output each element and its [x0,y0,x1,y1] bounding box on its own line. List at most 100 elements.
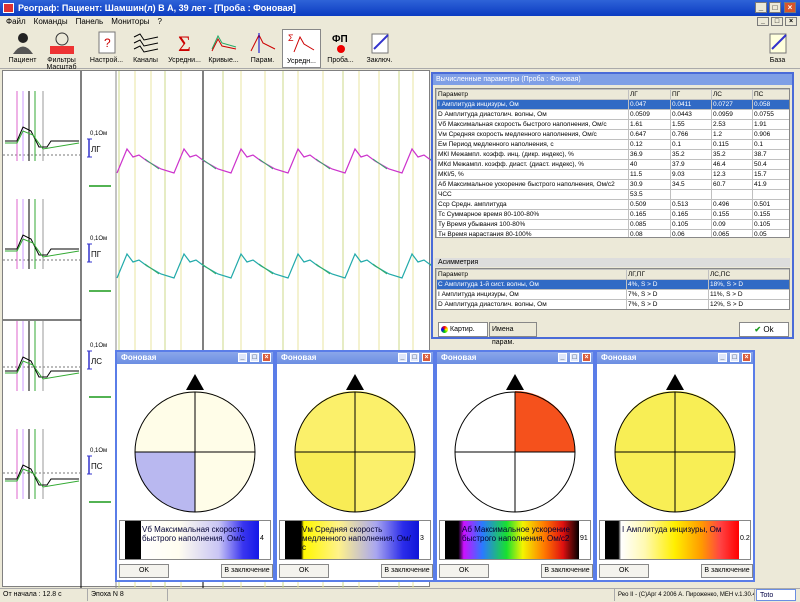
conclusion-button[interactable]: Заключ. [360,29,399,68]
curves-button[interactable]: Кривые... [204,29,243,68]
table-cell: 0.766 [670,129,712,140]
params-button[interactable]: Парам. [243,29,282,68]
table-cell: 36.9 [628,149,671,160]
close-button[interactable]: × [262,353,271,362]
maximize-button[interactable]: □ [250,353,259,362]
to-conclusion-button[interactable]: В заключение [701,564,753,578]
toto-badge[interactable]: Toto [756,589,796,601]
database-icon [764,31,792,55]
asym-col-lgpg[interactable]: ЛГ,ПГ [626,269,709,280]
mdi-minimize-button[interactable]: _ [757,17,769,26]
minimize-button[interactable]: _ [755,2,767,13]
table-cell: 0.155 [752,209,789,220]
minimize-button[interactable]: _ [718,353,727,362]
table-row[interactable]: Аб Максимальное ускорение быстрого напол… [436,179,789,190]
menu-commands[interactable]: Команды [34,16,68,28]
table-row[interactable]: Сср Средн. амплитуда 0.509 0.513 0.496 0.501 [436,199,789,210]
head-map[interactable] [597,366,753,516]
table-row[interactable]: МКI Межампл. коэфф. инц. (дикр. индекс),… [436,149,789,160]
maximize-button[interactable]: □ [730,353,739,362]
col-lg[interactable]: ЛГ [628,89,671,100]
menu-file[interactable]: Файл [6,16,26,28]
mapping-window[interactable]: Фоновая _ □ × 0 91 Аб Максимальное ускорение б… [435,350,595,582]
table-row[interactable]: Vб Максимальная скорость быстрого наполн… [436,119,789,130]
quadrant-left-occipital [455,452,515,512]
maximize-button[interactable]: □ [769,2,781,13]
table-cell: Ем Период медленного наполнения, с [436,139,629,150]
table-row[interactable]: Тс Суммарное время 80-100-80% 0.165 0.165 0… [436,209,789,220]
table-row[interactable]: I Амплитуда инцизуры, Ом 0.047 0.0411 0.072… [436,99,789,110]
col-ls[interactable]: ЛС [711,89,753,100]
table-row[interactable]: Vм Средняя скорость медленного наполнени… [436,129,789,140]
channels-icon [132,31,160,55]
popup-ok-button[interactable]: OK [119,564,169,578]
table-row[interactable]: Тн Время нарастания 80-100% 0.08 0.06 0.065… [436,229,789,237]
table-cell: 2.53 [711,119,753,130]
asym-cell: 7%, S > D [626,289,709,300]
close-button[interactable]: × [422,353,431,362]
table-row[interactable]: МКI/5, % 11.5 9.03 12.3 15.7 [436,169,789,180]
mapping-window[interactable]: Фоновая _ □ × 0 4 Vб Максимальная скорость быс… [115,350,275,582]
asym-row[interactable]: I Амплитуда инцизуры, Ом 7%, S > D 11%, S … [436,289,789,300]
channel-scale: 0,1Ом [90,343,108,349]
quadrant-right-occipital [675,452,735,512]
svg-text:Σ: Σ [178,31,191,55]
mdi-close-button[interactable]: × [785,17,797,26]
head-map[interactable] [277,366,433,516]
mapping-window[interactable]: Фоновая _ □ × 0 3 Vм Средняя скорость медленно… [275,350,435,582]
tab-mapping[interactable]: Картир. [438,322,488,337]
minimize-button[interactable]: _ [398,353,407,362]
menu-panel[interactable]: Панель [76,16,104,28]
head-map[interactable] [117,366,273,516]
params-table[interactable]: Параметр ЛГ ПГ ЛС ПС I Амплитуда инцизур… [435,88,790,238]
to-conclusion-button[interactable]: В заключение [541,564,593,578]
to-conclusion-button[interactable]: В заключение [381,564,433,578]
asym-row[interactable]: С Амплитуда 1-й сист. волны, Ом 4%, S > D… [436,279,789,290]
patient-button[interactable]: Пациент [3,29,42,68]
mdi-restore-button[interactable]: □ [771,17,783,26]
head-map[interactable] [437,366,593,516]
minimize-button[interactable]: _ [558,353,567,362]
params-hscroll[interactable] [435,248,790,257]
close-button[interactable]: × [742,353,751,362]
ok-button[interactable]: ✔ Ok [739,322,789,337]
table-cell: МКI/5, % [436,169,629,180]
asym-row[interactable]: D Амплитуда диастолич. волны, Ом 7%, S > … [436,299,789,309]
asym-table[interactable]: Параметр ЛГ,ПГ ЛС,ПС С Амплитуда 1-й сис… [435,268,790,310]
table-row[interactable]: ЧСС 53.5 [436,189,789,200]
col-ps[interactable]: ПС [752,89,789,100]
settings-button[interactable]: ? Настрой... [87,29,126,68]
database-button[interactable]: База [758,29,797,68]
average-button[interactable]: Σ Усредни... [165,29,204,68]
mapping-title-text: Фоновая [281,353,317,362]
maximize-button[interactable]: □ [570,353,579,362]
menu-help[interactable]: ? [158,16,162,28]
popup-ok-button[interactable]: OK [599,564,649,578]
asym-col-param[interactable]: Параметр [436,269,627,280]
popup-ok-button[interactable]: OK [279,564,329,578]
fp-button[interactable]: ФП Проба... [321,29,360,68]
averaged-button[interactable]: Σ Усредн... [282,29,321,68]
tab-param-names[interactable]: Имена парам. [489,322,537,346]
col-param[interactable]: Параметр [436,89,629,100]
popup-ok-button[interactable]: OK [439,564,489,578]
close-button[interactable]: × [582,353,591,362]
asym-col-lsps[interactable]: ЛС,ПС [708,269,789,280]
table-cell: ЧСС [436,189,629,200]
channels-button[interactable]: Каналы [126,29,165,68]
to-conclusion-button[interactable]: В заключение [221,564,273,578]
table-row[interactable]: МКd Межампл. коэфф. диаст. (диаст. индек… [436,159,789,170]
menu-monitors[interactable]: Мониторы [111,16,149,28]
close-button[interactable]: × [784,2,796,13]
minimize-button[interactable]: _ [238,353,247,362]
asym-cell: 11%, S > D [708,289,789,300]
table-cell: 0.501 [752,199,789,210]
col-pg[interactable]: ПГ [670,89,712,100]
table-row[interactable]: D Амплитуда диастолич. волны, Ом 0.0509 0.… [436,109,789,120]
table-row[interactable]: Ем Период медленного наполнения, с 0.12 0.… [436,139,789,150]
calculated-params-window[interactable]: Вычисленные параметры (Проба : Фоновая) … [431,72,794,346]
filter-scale-button[interactable]: Фильтры Масштаб [42,29,81,71]
maximize-button[interactable]: □ [410,353,419,362]
mapping-window[interactable]: Фоновая _ □ × 0 0.2 I Амплитуда инцизуры, Ом OK… [595,350,755,582]
table-row[interactable]: Ту Время убывания 100-80% 0.085 0.105 0.09 0… [436,219,789,230]
